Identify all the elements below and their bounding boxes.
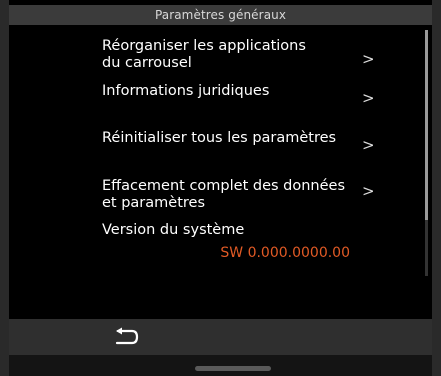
right-bezel [432, 0, 441, 376]
chevron-right-icon: > [362, 50, 375, 68]
menu-item-label: Réorganiser les applications du carrouse… [102, 38, 306, 71]
menu-item-label: Effacement complet des données et paramè… [102, 178, 346, 211]
menu-item-full-wipe[interactable]: Effacement complet des données et paramè… [102, 178, 392, 212]
header-bar: Paramètres généraux [9, 5, 432, 25]
menu-item-reset-settings[interactable]: Réinitialiser tous les paramètres > [102, 130, 392, 154]
scrollbar[interactable] [425, 30, 428, 276]
back-button[interactable] [109, 325, 145, 349]
system-version: Version du système SW 0.000.0000.00 [102, 222, 352, 262]
version-value: SW 0.000.0000.00 [220, 245, 350, 261]
chevron-right-icon: > [362, 182, 375, 200]
scrollbar-thumb[interactable] [425, 30, 428, 220]
menu-item-label: Informations juridiques [102, 83, 270, 99]
bottom-toolbar [9, 319, 432, 355]
navigation-strip [9, 355, 432, 376]
page-title: Paramètres généraux [154, 8, 287, 22]
chevron-right-icon: > [362, 136, 375, 154]
left-bezel [0, 0, 9, 376]
menu-item-legal-info[interactable]: Informations juridiques > [102, 83, 392, 107]
home-indicator[interactable] [195, 366, 271, 371]
return-arrow-icon [115, 327, 139, 345]
menu-item-reorganize-carousel[interactable]: Réorganiser les applications du carrouse… [102, 38, 392, 72]
version-label: Version du système [102, 222, 245, 238]
chevron-right-icon: > [362, 89, 375, 107]
menu-item-label: Réinitialiser tous les paramètres [102, 130, 337, 146]
